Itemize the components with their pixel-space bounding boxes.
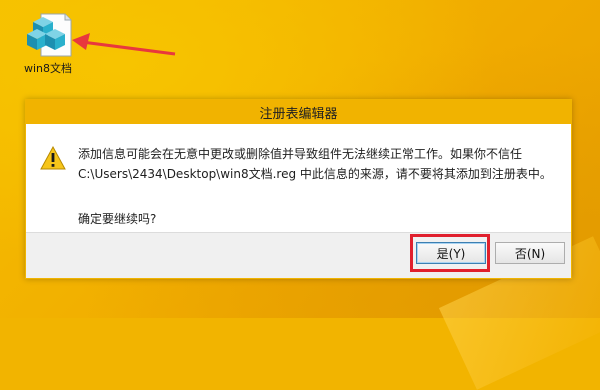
dialog-content: 添加信息可能会在无意中更改或删除值并导致组件无法继续正常工作。如果你不信任 C:… [26,124,571,232]
dialog-footer: 是(Y) 否(N) [26,232,571,278]
registry-editor-dialog: 注册表编辑器 添加信息可能会在无意中更改或删除值并导致组件无法继续正常工作。如果… [25,99,572,279]
dialog-message: 添加信息可能会在无意中更改或删除值并导致组件无法继续正常工作。如果你不信任 C:… [78,144,552,184]
desktop-file-label: win8文档 [23,62,73,75]
warning-icon [40,146,66,170]
registry-file-icon [23,12,73,58]
dialog-title: 注册表编辑器 [26,100,571,124]
message-line-2: C:\Users\2434\Desktop\win8文档.reg 中此信息的来源… [78,167,552,181]
confirm-question: 确定要继续吗? [78,212,157,226]
yes-button[interactable]: 是(Y) [416,242,486,264]
message-line-1: 添加信息可能会在无意中更改或删除值并导致组件无法继续正常工作。如果你不信任 [78,147,523,161]
no-button[interactable]: 否(N) [495,242,565,264]
annotation-arrow [72,33,176,56]
